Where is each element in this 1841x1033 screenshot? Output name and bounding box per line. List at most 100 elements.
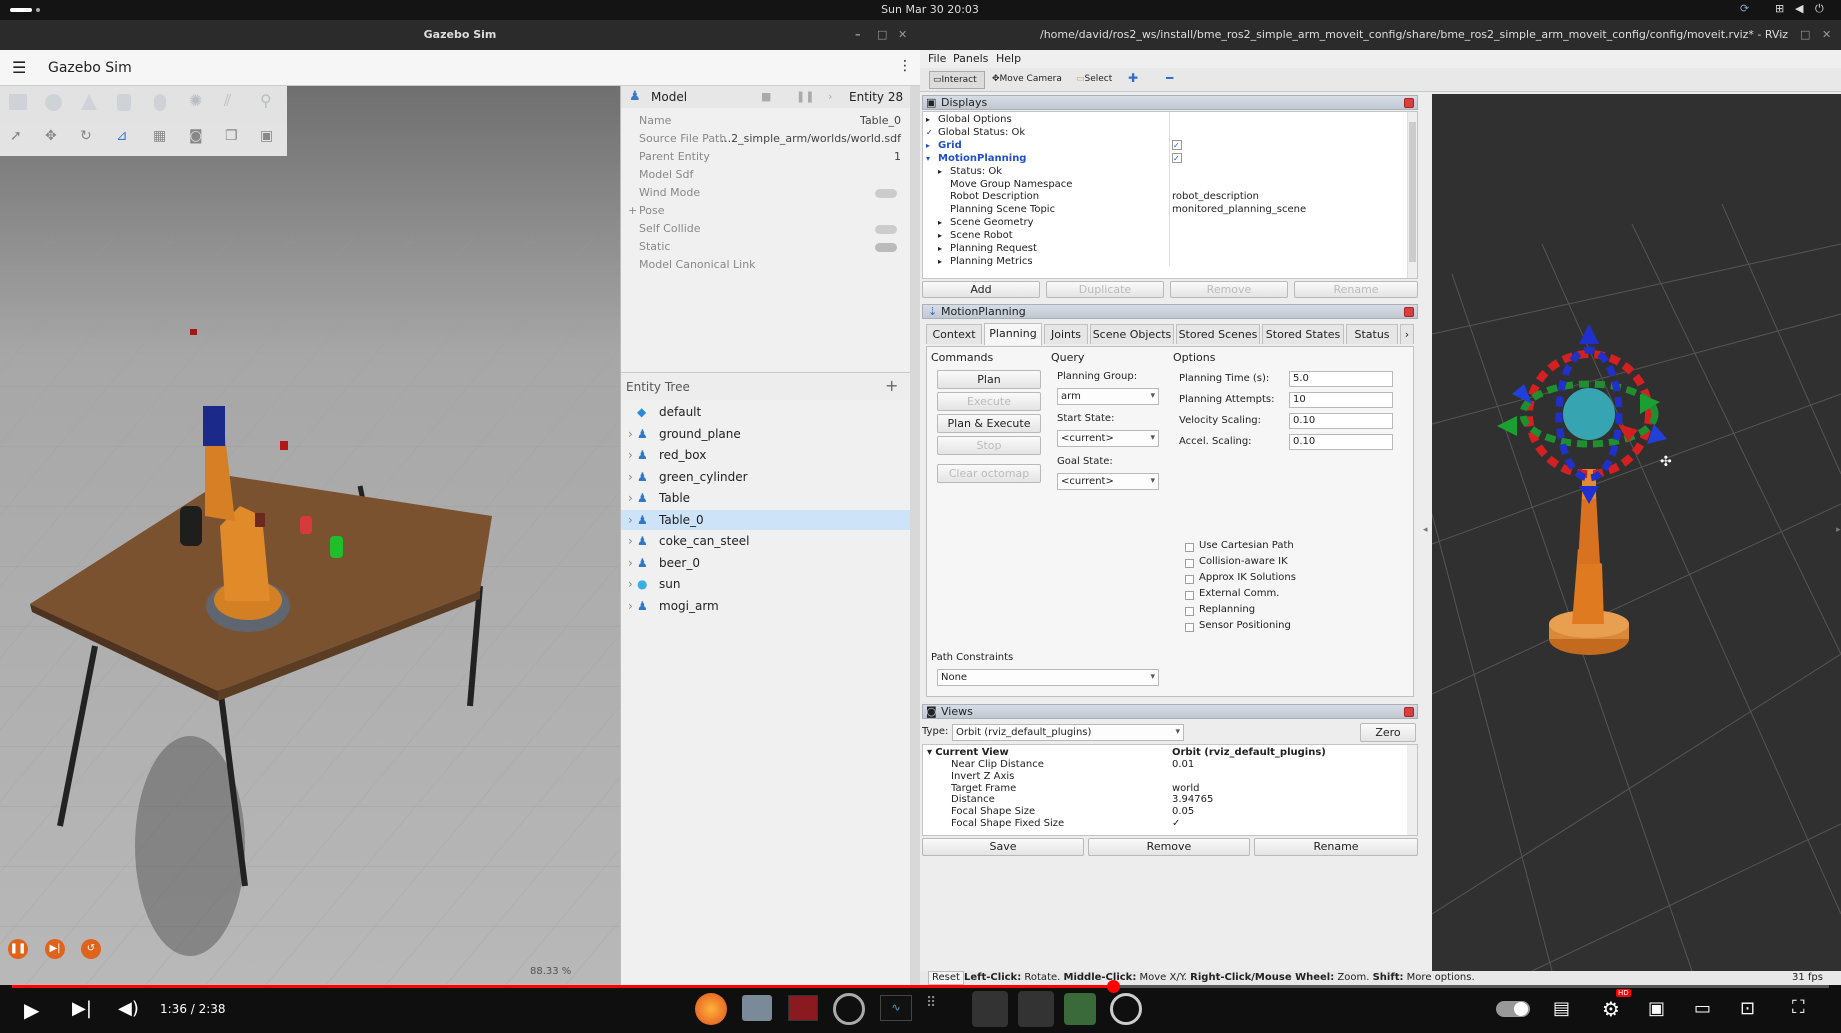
close-icon[interactable]: ✕	[898, 20, 907, 50]
progress-track[interactable]	[12, 980, 1829, 993]
chevron-right-icon[interactable]: ›	[628, 531, 633, 551]
chevron-right-icon[interactable]: ›	[628, 424, 633, 444]
volume-icon[interactable]: ◀)	[118, 998, 139, 1019]
gazebo-dock-icon[interactable]	[972, 991, 1008, 1027]
firefox-icon[interactable]	[695, 993, 727, 1025]
tab-context[interactable]: Context	[926, 324, 982, 344]
network-icon[interactable]: ⊞	[1775, 2, 1784, 15]
progress-scrubber[interactable]	[1107, 980, 1120, 993]
prop-model-sdf[interactable]: Model Sdf	[621, 166, 911, 184]
clear-octomap-button[interactable]: Clear octomap	[937, 464, 1041, 483]
copy-icon[interactable]: ❐	[225, 128, 238, 144]
zero-button[interactable]: Zero	[1360, 723, 1416, 742]
minimize-icon[interactable]: –	[1778, 20, 1784, 50]
tab-scroll-right-icon[interactable]: ›	[1400, 324, 1414, 344]
close-icon[interactable]: ✕	[1822, 20, 1831, 50]
add-tool-icon[interactable]: ✚	[1128, 71, 1138, 85]
trash-icon[interactable]	[1064, 993, 1096, 1025]
rviz-dock-icon[interactable]	[1018, 991, 1054, 1027]
select-tool[interactable]: ▭Select	[1076, 71, 1112, 89]
execute-button[interactable]: Execute	[937, 392, 1041, 411]
maximize-icon[interactable]: □	[877, 20, 887, 50]
autoplay-toggle[interactable]	[1496, 1001, 1530, 1017]
menu-file[interactable]: File	[928, 52, 946, 65]
view-property-value[interactable]: 0.01	[1172, 757, 1194, 772]
minimize-icon[interactable]: –	[855, 20, 861, 50]
remove-view-button[interactable]: Remove	[1088, 838, 1250, 856]
system-monitor-icon[interactable]: ∿	[880, 995, 912, 1021]
static-toggle[interactable]	[875, 243, 897, 252]
display-row-planning-metrics[interactable]: ▸ Planning Metrics	[938, 254, 1033, 269]
tab-stored-states[interactable]: Stored States	[1262, 324, 1344, 344]
wind-mode-toggle[interactable]	[875, 189, 897, 198]
app-icon[interactable]	[788, 995, 818, 1021]
rename-view-button[interactable]: Rename	[1254, 838, 1418, 856]
directional-light-icon[interactable]: ⫽	[224, 91, 231, 111]
path-constraints-select[interactable]: None	[937, 669, 1159, 686]
select-mode-icon[interactable]: ➚	[10, 128, 22, 144]
self-collide-toggle[interactable]	[875, 225, 897, 234]
move-camera-tool[interactable]: ✥Move Camera	[992, 71, 1062, 89]
chevron-right-icon[interactable]: ›	[628, 574, 633, 594]
remove-display-button[interactable]: Remove	[1170, 281, 1288, 298]
rename-display-button[interactable]: Rename	[1294, 281, 1418, 298]
entity-tree-item[interactable]: › ♟ green_cylinder	[621, 467, 911, 487]
clock[interactable]: Sun Mar 30 20:03	[860, 3, 1000, 16]
screenshot-icon[interactable]: ◙	[189, 128, 203, 144]
displays-scrollbar[interactable]	[1407, 112, 1417, 278]
chevron-right-icon[interactable]: ›	[628, 596, 633, 616]
theater-mode-icon[interactable]: ▭	[1694, 998, 1711, 1019]
checkbox[interactable]	[1185, 543, 1194, 552]
checkbox[interactable]	[1185, 559, 1194, 568]
subtitles-icon[interactable]: ▤	[1553, 998, 1570, 1019]
sphere-shape-icon[interactable]	[45, 94, 62, 111]
ros-icon[interactable]	[1110, 993, 1142, 1025]
chevron-right-icon[interactable]: ›	[628, 467, 633, 487]
chevron-right-icon[interactable]: ›	[628, 488, 633, 508]
checkbox[interactable]	[1185, 575, 1194, 584]
tab-scene-objects[interactable]: Scene Objects	[1090, 324, 1174, 344]
step-button[interactable]: ▶|	[45, 939, 65, 959]
next-icon[interactable]: ▶|	[72, 998, 92, 1019]
files-icon[interactable]	[742, 995, 772, 1021]
miniplayer-icon[interactable]: ▣	[1648, 998, 1665, 1019]
kebab-menu-icon[interactable]: ⋮	[898, 58, 912, 74]
add-display-button[interactable]: Add	[922, 281, 1040, 298]
lock-icon[interactable]: ■	[761, 90, 771, 103]
plan-execute-button[interactable]: Plan & Execute	[937, 414, 1041, 433]
entity-tree-item[interactable]: › ● sun	[621, 574, 911, 594]
checkbox-label[interactable]: Sensor Positioning	[1199, 620, 1291, 631]
snap-icon[interactable]: ⊿	[116, 128, 128, 144]
spot-light-icon[interactable]: ⚲	[260, 91, 272, 110]
checkbox-label[interactable]: Use Cartesian Path	[1199, 540, 1294, 551]
capsule-shape-icon[interactable]	[154, 94, 166, 111]
checkbox[interactable]	[1185, 607, 1194, 616]
checkbox-label[interactable]: External Comm.	[1199, 588, 1279, 599]
tab-planning[interactable]: Planning	[984, 323, 1042, 345]
close-panel-icon[interactable]	[1404, 307, 1414, 317]
chevron-right-icon[interactable]: ›	[828, 90, 832, 103]
activities-indicator[interactable]	[10, 8, 32, 12]
entity-tree-item[interactable]: › ♟ ground_plane	[621, 424, 911, 444]
play-icon[interactable]: ▶	[24, 998, 39, 1022]
tab-status[interactable]: Status	[1346, 324, 1398, 344]
pause-button[interactable]: ❚❚	[8, 939, 28, 959]
point-light-icon[interactable]: ✺	[189, 91, 202, 110]
maximize-icon[interactable]: □	[1800, 20, 1810, 50]
checkbox-label[interactable]: Collision-aware IK	[1199, 556, 1288, 567]
chevron-right-icon[interactable]: ›	[628, 553, 633, 573]
app-grid-icon[interactable]: ⠿	[926, 995, 936, 1011]
settings-icon[interactable]	[833, 993, 865, 1025]
entity-tree-item[interactable]: › ♟ Table	[621, 488, 911, 508]
paste-icon[interactable]: ▣	[260, 128, 273, 144]
display-value[interactable]: monitored_planning_scene	[1172, 202, 1306, 217]
cylinder-shape-icon[interactable]	[117, 94, 131, 111]
rotate-mode-icon[interactable]: ↻	[80, 128, 92, 144]
chevron-right-icon[interactable]: ›	[628, 445, 633, 465]
collapse-left-dock-icon[interactable]: ◂	[1423, 525, 1428, 535]
entity-tree-item[interactable]: ◆ default	[621, 402, 911, 422]
goal-state-select[interactable]: <current>	[1057, 473, 1159, 490]
menu-panels[interactable]: Panels	[953, 52, 988, 65]
chevron-right-icon[interactable]: ›	[628, 510, 633, 530]
pause-updates-icon[interactable]: ❚❚	[796, 90, 814, 103]
